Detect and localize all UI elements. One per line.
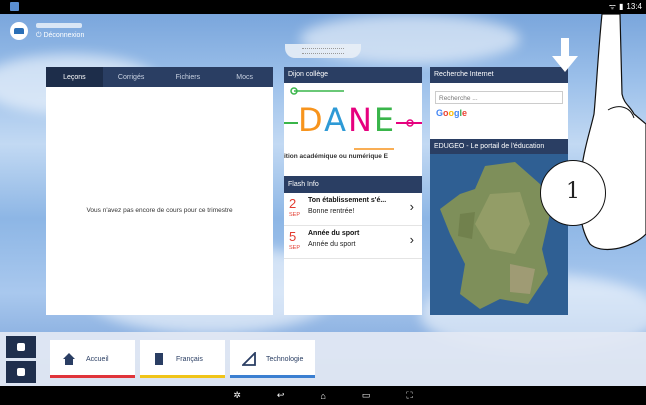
status-bar: ᯤ ▮ 13:4 — [0, 0, 646, 14]
wifi-icon: ᯤ — [608, 2, 617, 11]
dane-subtitle: ition académique ou numérique E — [284, 153, 389, 160]
side-buttons — [6, 336, 36, 384]
app-screen: ⏻ Déconnexion Leçons Corrigés Fichiers M… — [0, 14, 646, 386]
subjects-bar: Accueil Français Technologie — [0, 332, 646, 386]
chevron-right-icon: › — [409, 199, 414, 214]
home-icon — [63, 353, 75, 365]
dijon-card[interactable]: Dijon collège DANE ition académique ou n… — [284, 67, 422, 176]
search-input[interactable]: Recherche ... — [435, 91, 563, 104]
flash-info-card: Flash Info 2 SEP Ton établissement s'é..… — [284, 176, 422, 315]
dane-logo: DANE ition académique ou numérique E — [284, 83, 422, 176]
settings-button[interactable] — [6, 361, 36, 383]
subject-technologie[interactable]: Technologie — [230, 340, 315, 378]
lessons-card: Leçons Corrigés Fichiers Mocs Vous n'ave… — [46, 67, 273, 315]
flash-day: 2 — [289, 196, 297, 211]
edugeo-title: EDUGEO - Le portail de l'éducation — [430, 139, 568, 154]
flash-item[interactable]: 2 SEP Ton établissement s'é... Bonne ren… — [284, 193, 422, 226]
tab-corriges[interactable]: Corrigés — [103, 67, 160, 87]
chevron-right-icon: › — [409, 232, 414, 247]
user-name — [36, 23, 82, 28]
subject-label: Français — [176, 355, 203, 363]
app-header: ⏻ Déconnexion — [0, 14, 646, 48]
home-nav-icon[interactable]: ⌂ — [320, 391, 325, 401]
dijon-title: Dijon collège — [284, 67, 422, 83]
subject-label: Accueil — [86, 355, 109, 363]
subject-stripe — [230, 375, 315, 378]
notification-icon — [10, 2, 19, 11]
arrow-down-icon — [552, 38, 578, 72]
dane-wordmark: DANE — [298, 101, 397, 139]
screenshot-icon[interactable]: ⛶ — [406, 390, 412, 401]
flash-item-text: Bonne rentrée! — [308, 208, 355, 215]
flash-day: 5 — [289, 229, 297, 244]
subject-stripe — [140, 375, 225, 378]
edugeo-card[interactable]: EDUGEO - Le portail de l'éducation — [430, 139, 568, 315]
clock: 13:4 — [626, 2, 642, 11]
tab-lecons[interactable]: Leçons — [46, 67, 103, 87]
accessibility-icon[interactable]: ✲ — [233, 390, 241, 401]
app-logo[interactable] — [10, 22, 28, 40]
flash-month: SEP — [289, 245, 301, 251]
flash-item-text: Année du sport — [308, 241, 356, 248]
subject-stripe — [50, 375, 135, 378]
tab-mocs[interactable]: Mocs — [216, 67, 273, 87]
set-square-icon — [242, 352, 256, 366]
recent-apps-icon[interactable]: ▭ — [362, 390, 371, 401]
logout-link[interactable]: ⏻ Déconnexion — [36, 32, 84, 40]
back-icon[interactable]: ↩ — [277, 390, 285, 401]
subject-francais[interactable]: Français — [140, 340, 225, 378]
subject-accueil[interactable]: Accueil — [50, 340, 135, 378]
flash-month: SEP — [289, 212, 301, 218]
menu-button[interactable] — [6, 336, 36, 358]
subject-label: Technologie — [266, 355, 304, 363]
internet-search-card: Recherche Internet Recherche ... Google — [430, 67, 568, 139]
empty-message: Vous n'avez pas encore de cours pour ce … — [86, 207, 233, 214]
battery-icon: ▮ — [619, 2, 624, 11]
tab-fichiers[interactable]: Fichiers — [160, 67, 217, 87]
android-nav-bar: ✲ ↩ ⌂ ▭ ⛶ — [0, 386, 646, 405]
gear-icon — [17, 368, 25, 376]
search-title: Recherche Internet — [430, 67, 568, 83]
flash-title: Flash Info — [284, 176, 422, 193]
logout-label: Déconnexion — [43, 32, 85, 39]
book-icon — [155, 353, 163, 365]
step-number: 1 — [540, 160, 606, 226]
flash-item-title: Année du sport — [308, 230, 360, 237]
drawer-handle-grip — [302, 48, 344, 54]
lessons-tabs: Leçons Corrigés Fichiers Mocs — [46, 67, 273, 87]
status-right: ᯤ ▮ 13:4 — [609, 1, 642, 12]
google-logo: Google — [436, 108, 468, 118]
flash-item-title: Ton établissement s'é... — [308, 197, 387, 204]
flash-item[interactable]: 5 SEP Année du sport Année du sport › — [284, 226, 422, 259]
menu-icon — [17, 343, 25, 351]
